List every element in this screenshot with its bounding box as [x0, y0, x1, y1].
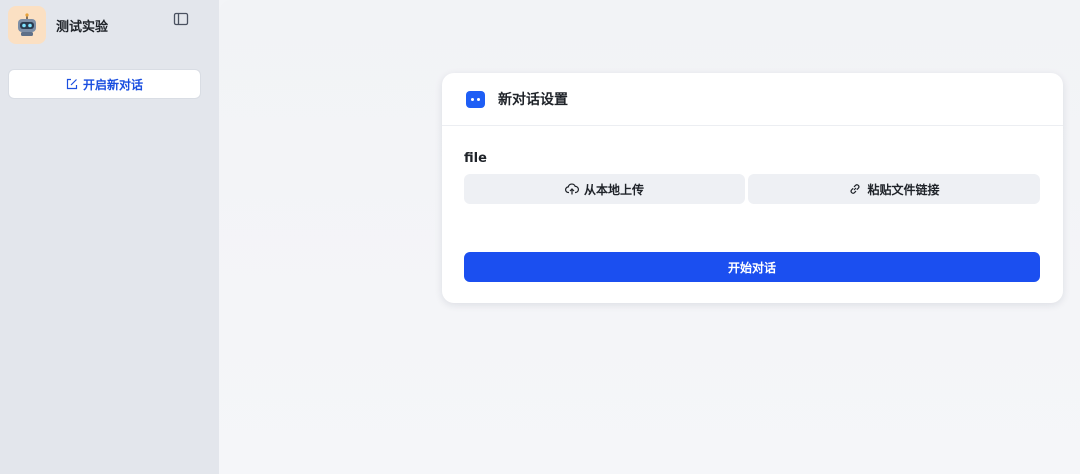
- card-header: 新对话设置: [442, 73, 1063, 126]
- card-title: 新对话设置: [498, 92, 568, 108]
- edit-icon: [66, 78, 78, 90]
- paste-link-label: 粘贴文件链接: [867, 182, 940, 197]
- start-chat-label: 开始对话: [727, 260, 776, 275]
- app-title: 测试实验: [56, 19, 109, 35]
- robot-avatar-icon: [8, 6, 46, 44]
- bot-icon: [466, 90, 485, 108]
- upload-local-label: 从本地上传: [583, 182, 644, 197]
- paste-link-button[interactable]: 粘贴文件链接: [748, 174, 1040, 204]
- sidebar: 测试实验 开启新对话: [0, 0, 219, 474]
- start-chat-button[interactable]: 开始对话: [464, 252, 1040, 282]
- file-field-label: file: [464, 151, 487, 166]
- new-chat-label: 开启新对话: [82, 77, 143, 92]
- cloud-upload-icon: [565, 182, 579, 196]
- new-chat-settings-card: 新对话设置 file 从本地上传 粘贴文件链接 开始对话: [442, 73, 1063, 303]
- link-icon: [848, 182, 862, 196]
- sidebar-toggle-icon[interactable]: [173, 11, 189, 27]
- new-chat-button[interactable]: 开启新对话: [8, 69, 201, 99]
- upload-local-button[interactable]: 从本地上传: [464, 174, 745, 204]
